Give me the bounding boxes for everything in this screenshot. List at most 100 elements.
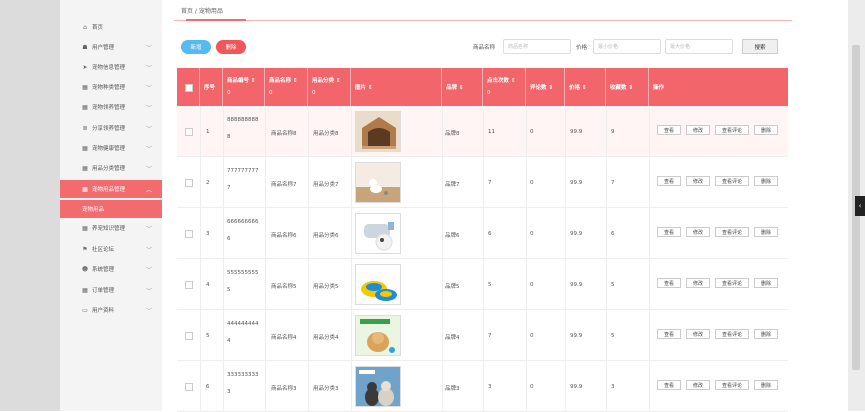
sidebar-item-5[interactable]: ≣ 分享领养管理 ﹀	[60, 119, 162, 137]
view-comments-button[interactable]: 查看评论	[715, 329, 749, 339]
select-all-checkbox[interactable]	[185, 84, 193, 92]
flag-icon: ⚑	[82, 245, 88, 253]
row-checkbox[interactable]	[185, 179, 193, 187]
edit-button[interactable]: 修改	[686, 380, 710, 390]
sidebar-item-1[interactable]: ☗ 用户管理 ﹀	[60, 38, 162, 56]
row-price: 99.9	[570, 129, 583, 135]
view-comments-button[interactable]: 查看评论	[715, 125, 749, 135]
header-code[interactable]: 商品编号 ⇕ 0	[223, 68, 265, 106]
sidebar-item-12[interactable]: ▦ 订单管理 ﹀	[60, 281, 162, 299]
row-checkbox[interactable]	[185, 230, 193, 238]
column-divider	[483, 259, 484, 310]
sidebar-item-label: 首页	[92, 25, 104, 31]
row-brand: 品牌4	[445, 335, 460, 341]
row-category: 用品分类5	[313, 284, 339, 290]
sidebar-item-9[interactable]: ▦ 养宠知识管理 ﹀	[60, 219, 162, 237]
column-divider	[565, 361, 566, 412]
row-checkbox[interactable]	[185, 128, 193, 136]
header-clicks[interactable]: 点击次数 ⇕ 0	[483, 68, 526, 106]
row-checkbox[interactable]	[185, 281, 193, 289]
view-button[interactable]: 查看	[657, 125, 681, 135]
max-price-input[interactable]: 最大价格	[665, 39, 733, 54]
table-row[interactable]: 2 777777777 7 商品名称7 用品分类7 品牌7 7 0 99.9 7 查看 修改 查看评论删…	[177, 157, 788, 208]
header-price[interactable]: 价格 ⇕	[565, 68, 606, 106]
table-row[interactable]: 4 555555555 5 商品名称5 用品分类5 品牌5 5 0 99.9 5 查看 修改 查看评论删…	[177, 259, 788, 310]
delete-row-button[interactable]: 删除	[754, 125, 778, 135]
product-image	[355, 366, 401, 407]
row-code-tail: 6	[227, 236, 231, 242]
edit-button[interactable]: 修改	[686, 125, 710, 135]
view-comments-button[interactable]: 查看评论	[715, 380, 749, 390]
row-checkbox[interactable]	[185, 383, 193, 391]
edit-button[interactable]: 修改	[686, 227, 710, 237]
sidebar-subitem-pet-supplies[interactable]: 宠物用品	[60, 200, 162, 218]
table-row[interactable]: 6 333333333 3 商品名称3 用品分类3 品牌3 3 0 99.9 3 查看 修改 查看评论删…	[177, 361, 788, 412]
header-favorites[interactable]: 收藏数 ⇕	[606, 68, 649, 106]
sidebar-item-13[interactable]: ▭ 用户资料 ﹀	[60, 301, 162, 319]
edit-button[interactable]: 修改	[686, 176, 710, 186]
grid-icon: ▦	[82, 286, 88, 294]
row-brand: 品牌7	[445, 182, 460, 188]
sidebar-item-4[interactable]: ▦ 宠物领养管理 ﹀	[60, 98, 162, 116]
delete-row-button[interactable]: 删除	[754, 380, 778, 390]
column-divider	[200, 361, 201, 412]
edit-button[interactable]: 修改	[686, 329, 710, 339]
row-name: 商品名称3	[271, 386, 297, 392]
column-divider	[526, 259, 527, 310]
row-name: 商品名称4	[271, 335, 297, 341]
sidebar-item-7[interactable]: ▦ 用品分类管理 ﹀	[60, 159, 162, 177]
product-image	[355, 213, 401, 254]
view-comments-button[interactable]: 查看评论	[715, 176, 749, 186]
delete-row-button[interactable]: 删除	[754, 329, 778, 339]
sidebar-item-8[interactable]: ▦ 宠物用品管理 ︿	[60, 180, 162, 198]
header-comments[interactable]: 评论数 ⇕	[526, 68, 565, 106]
header-index: 序号	[200, 68, 223, 106]
left-margin	[0, 0, 60, 411]
column-divider	[526, 106, 527, 157]
delete-row-button[interactable]: 删除	[754, 176, 778, 186]
name-search-input[interactable]: 商品名称	[503, 39, 571, 54]
header-image[interactable]: 图片 ⇕	[351, 68, 442, 106]
sidebar-item-2[interactable]: ➤ 宠物信息管理 ﹀	[60, 58, 162, 76]
column-divider	[308, 361, 309, 412]
sidebar-item-6[interactable]: ▦ 宠物健康管理 ﹀	[60, 139, 162, 157]
column-divider	[200, 157, 201, 208]
chevron-down-icon: ﹀	[145, 246, 152, 254]
row-code-tail: 7	[227, 185, 231, 191]
view-button[interactable]: 查看	[657, 176, 681, 186]
min-price-input[interactable]: 最小价格	[593, 39, 661, 54]
sidebar-item-label: 宠物领养管理	[92, 105, 126, 111]
view-comments-button[interactable]: 查看评论	[715, 227, 749, 237]
breadcrumb-underline	[186, 19, 246, 21]
delete-row-button[interactable]: 删除	[754, 278, 778, 288]
view-button[interactable]: 查看	[657, 380, 681, 390]
delete-button[interactable]: 删除	[216, 40, 246, 54]
row-index: 5	[206, 333, 210, 339]
row-brand: 品牌8	[445, 131, 460, 137]
header-brand[interactable]: 品牌 ⇕	[442, 68, 483, 106]
user-icon: ☻	[81, 265, 89, 273]
row-clicks: 7	[488, 333, 492, 339]
view-button[interactable]: 查看	[657, 278, 681, 288]
sidebar-item-label: 宠物用品管理	[92, 187, 126, 193]
row-checkbox[interactable]	[185, 332, 193, 340]
add-button[interactable]: 新增	[181, 40, 211, 54]
row-category: 用品分类8	[313, 131, 339, 137]
sidebar-item-0[interactable]: ⌂ 首页	[60, 18, 162, 36]
sidebar-item-label: 系统管理	[92, 267, 115, 273]
view-button[interactable]: 查看	[657, 329, 681, 339]
search-button[interactable]: 搜索	[742, 39, 778, 54]
header-category[interactable]: 用品分类 ⇕ 0	[308, 68, 351, 106]
header-name[interactable]: 商品名称 ⇕ 0	[265, 68, 308, 106]
table-row[interactable]: 3 666666666 6 商品名称6 用品分类6 品牌6 6 0 99.9 6 查看 修改 查看评论删…	[177, 208, 788, 259]
view-button[interactable]: 查看	[657, 227, 681, 237]
table-row[interactable]: 5 444444444 4 商品名称4 用品分类4 品牌4 7 0 99.9 5 查看 修改 查看评论删…	[177, 310, 788, 361]
edit-button[interactable]: 修改	[686, 278, 710, 288]
sidebar-item-10[interactable]: ⚑ 社区论坛 ﹀	[60, 240, 162, 258]
view-comments-button[interactable]: 查看评论	[715, 278, 749, 288]
collapse-tab-icon[interactable]: ‹	[855, 196, 865, 216]
table-row[interactable]: 1 888888888 8 商品名称8 用品分类8 品牌8 11 0 99.9 9 查看 修改 查看评论…	[177, 106, 788, 157]
sidebar-item-3[interactable]: ▦ 宠物种类管理 ﹀	[60, 78, 162, 96]
sidebar-item-11[interactable]: ☻ 系统管理 ﹀	[60, 260, 162, 278]
delete-row-button[interactable]: 删除	[754, 227, 778, 237]
